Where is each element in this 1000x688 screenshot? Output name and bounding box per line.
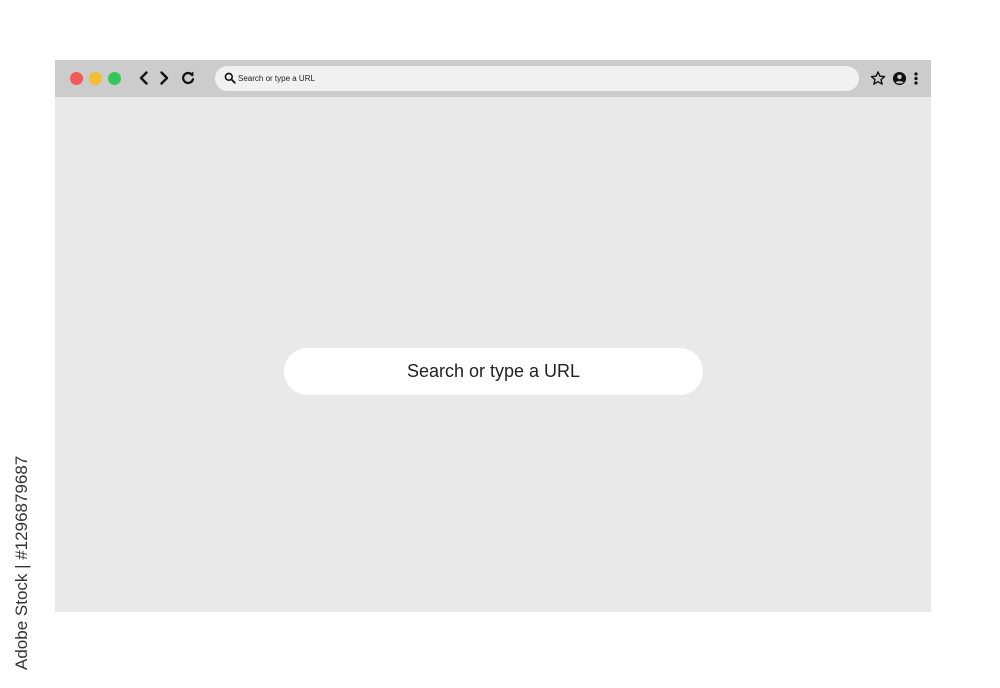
more-vertical-icon[interactable] [912,70,920,87]
address-bar[interactable]: Search or type a URL [215,66,859,91]
chevron-right-icon[interactable] [156,70,172,86]
reload-icon[interactable] [180,70,196,86]
browser-window: Search or type a URL Search or type a UR… [55,60,931,612]
browser-toolbar: Search or type a URL [55,60,931,97]
chevron-left-icon[interactable] [136,70,152,86]
search-icon [224,72,236,84]
profile-icon[interactable] [892,70,907,87]
window-maximize-button[interactable] [108,72,121,85]
page-canvas: Search or type a URL Search or type a UR… [0,0,1000,688]
address-bar-placeholder: Search or type a URL [238,74,315,83]
stock-id-label: Adobe Stock | #1296879687 [12,455,31,670]
window-close-button[interactable] [70,72,83,85]
window-minimize-button[interactable] [89,72,102,85]
star-icon[interactable] [870,70,886,87]
center-search-box[interactable]: Search or type a URL [284,348,703,395]
center-search-placeholder: Search or type a URL [406,361,581,381]
